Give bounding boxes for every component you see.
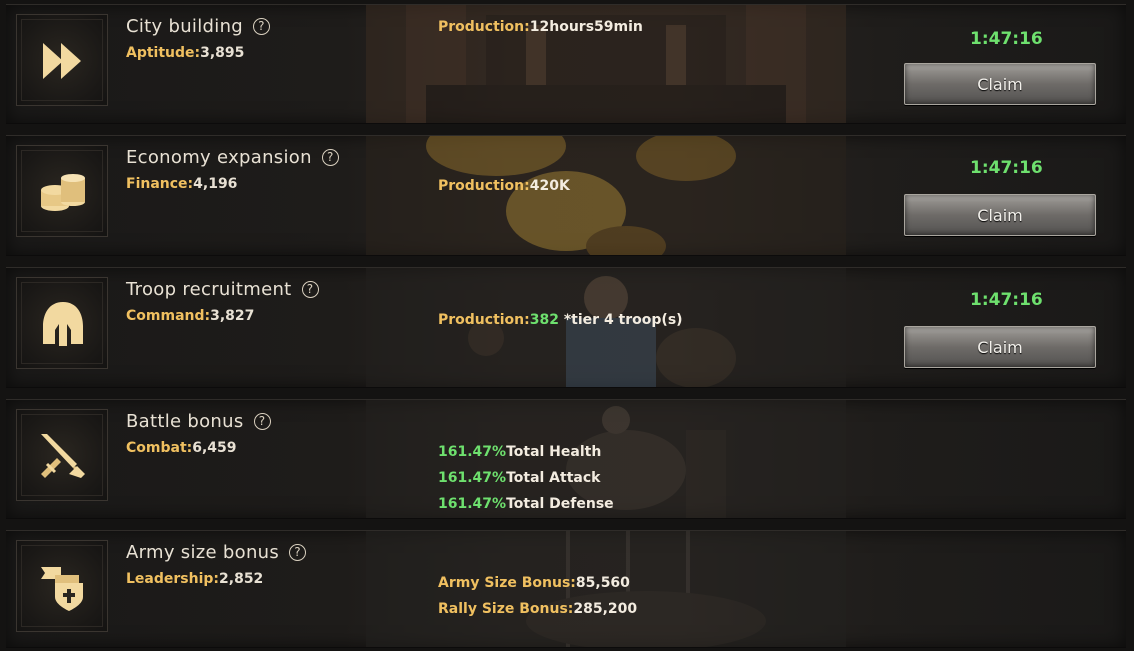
aptitude-stat: Aptitude:3,895 — [126, 45, 244, 61]
production-value: 12hours59min — [529, 19, 643, 35]
stat-label: Leadership: — [126, 571, 220, 587]
bonus-percent: 161.47% — [438, 496, 507, 512]
leadership-stat: Leadership:2,852 — [126, 571, 263, 587]
row-title: Battle bonus ? — [126, 411, 271, 432]
help-icon[interactable]: ? — [321, 149, 339, 166]
row-battle-bonus: Battle bonus ? Combat:6,459 161.47%Total… — [6, 399, 1126, 519]
stat-value: 3,827 — [210, 308, 255, 324]
help-icon[interactable]: ? — [301, 281, 319, 298]
army-bonus-list: Army Size Bonus:85,560 Rally Size Bonus:… — [438, 570, 637, 622]
stat-label: Command: — [126, 308, 211, 324]
stat-value: 3,895 — [200, 45, 245, 61]
row-troop-recruitment: Troop recruitment ? Command:3,827 Produc… — [6, 267, 1126, 388]
help-icon[interactable]: ? — [253, 18, 270, 35]
countdown-timer: 1:47:16 — [970, 290, 1043, 310]
rally-size-label: Rally Size Bonus: — [438, 601, 574, 617]
bonus-label: Total Attack — [506, 470, 601, 486]
production-label: Production: — [438, 19, 530, 35]
production-value: 420K — [529, 178, 570, 194]
rally-size-value: 285,200 — [573, 601, 638, 617]
row-title: Economy expansion ? — [126, 147, 339, 168]
battle-bonus-list: 161.47%Total Health 161.47%Total Attack … — [438, 439, 614, 517]
fast-forward-icon — [43, 43, 81, 79]
economy-expansion-title: Economy expansion — [126, 147, 312, 168]
row-economy-expansion: Economy expansion ? Finance:4,196 Produc… — [6, 135, 1126, 256]
economy-icon-frame — [16, 145, 108, 237]
stat-value: 4,196 — [193, 176, 238, 192]
battle-bonus-title: Battle bonus — [126, 411, 244, 432]
stat-value: 2,852 — [219, 571, 264, 587]
production-suffix: *tier 4 troop(s) — [558, 312, 683, 328]
help-icon[interactable]: ? — [289, 544, 307, 561]
production-label: Production: — [438, 178, 530, 194]
row-title: Army size bonus ? — [126, 542, 307, 563]
bonus-attack: 161.47%Total Attack — [438, 465, 614, 491]
city-building-icon-frame — [16, 14, 108, 106]
row-city-building: City building ? Aptitude:3,895 Productio… — [6, 4, 1126, 124]
bonus-label: Total Defense — [506, 496, 614, 512]
help-icon[interactable]: ? — [253, 413, 271, 430]
bonus-label: Total Health — [506, 444, 602, 460]
stat-label: Aptitude: — [126, 45, 201, 61]
claim-button[interactable]: Claim — [904, 194, 1096, 236]
production-text: Production:382 *tier 4 troop(s) — [438, 312, 683, 328]
battle-icon-frame — [16, 409, 108, 501]
countdown-timer: 1:47:16 — [970, 29, 1043, 49]
row-army-size-bonus: Army size bonus ? Leadership:2,852 Army … — [6, 530, 1126, 648]
army-icon-frame — [16, 540, 108, 632]
troop-recruitment-title: Troop recruitment — [126, 279, 292, 300]
coins-art — [366, 136, 846, 255]
bonus-defense: 161.47%Total Defense — [438, 491, 614, 517]
rally-size-line: Rally Size Bonus:285,200 — [438, 596, 637, 622]
bonus-percent: 161.47% — [438, 470, 507, 486]
bonus-health: 161.47%Total Health — [438, 439, 614, 465]
combat-stat: Combat:6,459 — [126, 440, 237, 456]
coin-stack-icon — [41, 174, 85, 211]
finance-stat: Finance:4,196 — [126, 176, 237, 192]
army-size-label: Army Size Bonus: — [438, 575, 576, 591]
production-text: Production:420K — [438, 178, 570, 194]
row-title: Troop recruitment ? — [126, 279, 319, 300]
countdown-timer: 1:47:16 — [970, 158, 1043, 178]
stat-value: 6,459 — [192, 440, 237, 456]
army-size-line: Army Size Bonus:85,560 — [438, 570, 637, 596]
row-title: City building ? — [126, 16, 270, 37]
army-size-bonus-title: Army size bonus — [126, 542, 280, 563]
bonus-percent: 161.47% — [438, 444, 507, 460]
helmet-icon — [43, 302, 83, 346]
banner-shield-icon — [41, 567, 83, 611]
stat-label: Combat: — [126, 440, 193, 456]
command-stat: Command:3,827 — [126, 308, 254, 324]
production-label: Production: — [438, 312, 530, 328]
army-size-value: 85,560 — [575, 575, 630, 591]
claim-button[interactable]: Claim — [904, 63, 1096, 105]
troop-icon-frame — [16, 277, 108, 369]
claim-button[interactable]: Claim — [904, 326, 1096, 368]
city-building-title: City building — [126, 16, 243, 37]
production-text: Production:12hours59min — [438, 19, 643, 35]
stat-label: Finance: — [126, 176, 194, 192]
production-value: 382 — [529, 312, 559, 328]
crossed-swords-icon — [41, 434, 85, 478]
